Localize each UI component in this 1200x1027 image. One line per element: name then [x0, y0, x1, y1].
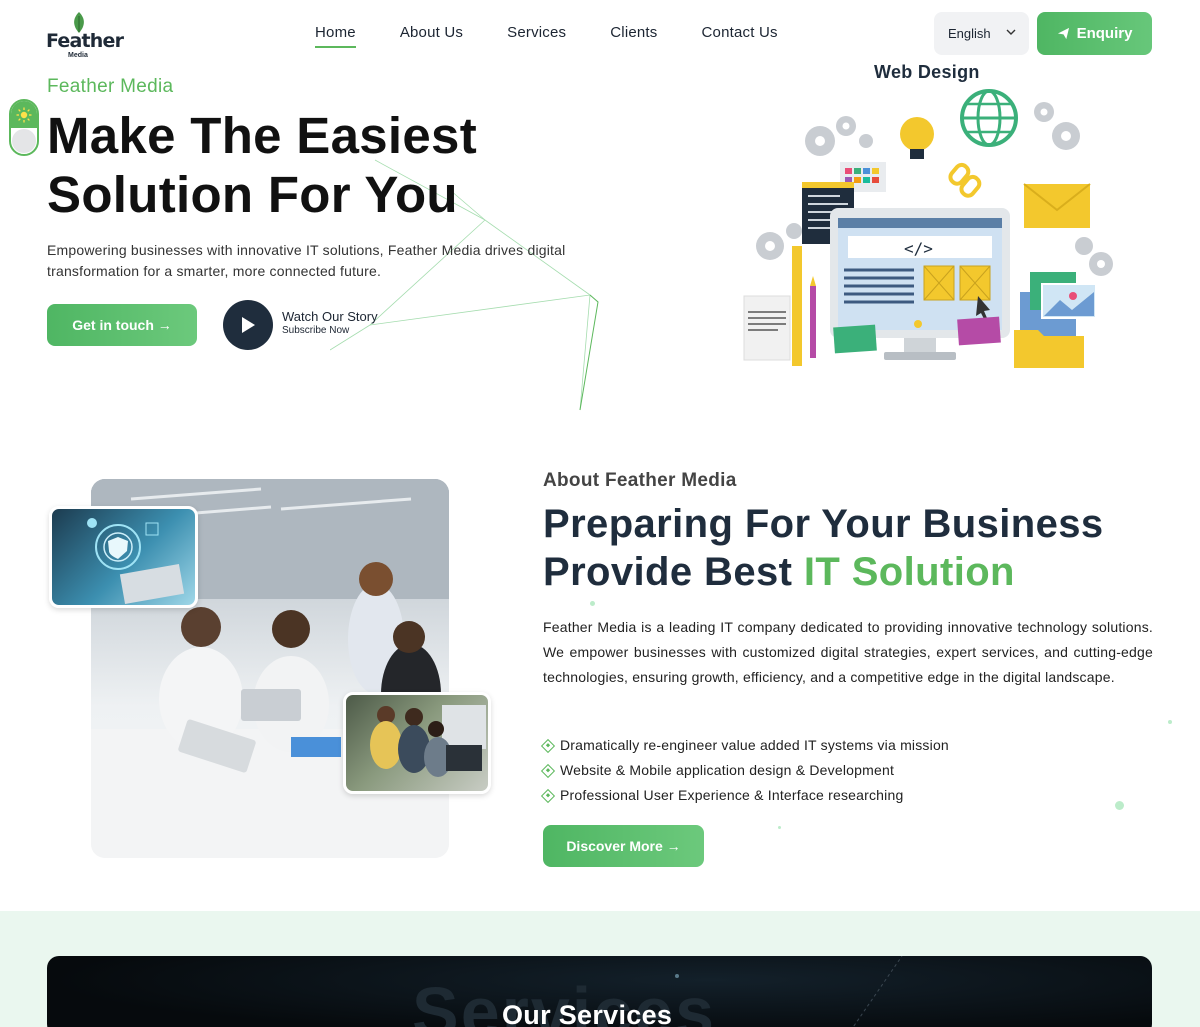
feature-text: Website & Mobile application design & De…	[560, 762, 895, 778]
about-eyebrow: About Feather Media	[543, 470, 737, 491]
decorative-dot	[778, 826, 781, 829]
decorative-dot	[590, 601, 595, 606]
enquiry-button[interactable]: Enquiry	[1037, 12, 1152, 55]
services-banner: Services Our Services	[47, 956, 1152, 1027]
decorative-dot	[1115, 801, 1124, 810]
toggle-knob	[12, 129, 36, 153]
decorative-dot	[1168, 720, 1172, 724]
send-icon	[1057, 27, 1069, 40]
watch-title: Watch Our Story	[282, 309, 378, 324]
play-button[interactable]	[223, 300, 273, 350]
diamond-bullet-icon	[540, 788, 556, 803]
diamond-bullet-icon	[540, 763, 556, 778]
diamond-bullet-icon	[540, 738, 556, 753]
language-value: English	[948, 26, 991, 41]
main-nav: Home About Us Services Clients Contact U…	[315, 24, 822, 48]
team-meeting-photo	[343, 692, 491, 794]
list-item: Professional User Experience & Interface…	[540, 783, 949, 808]
hero-title: Make The Easiest Solution For You	[47, 106, 607, 224]
svg-text:</>: </>	[904, 239, 933, 258]
list-item: Website & Mobile application design & De…	[540, 758, 949, 783]
logo-sub: Media	[68, 52, 88, 59]
sun-icon	[16, 107, 32, 122]
nav-services[interactable]: Services	[507, 24, 566, 48]
list-item: Dramatically re-engineer value added IT …	[540, 733, 949, 758]
play-icon	[242, 317, 255, 333]
feature-text: Professional User Experience & Interface…	[560, 787, 904, 803]
nav-home[interactable]: Home	[315, 24, 356, 48]
shield-icon	[87, 518, 185, 604]
services-title: Our Services	[502, 1000, 673, 1027]
chevron-down-icon	[1006, 29, 1016, 35]
hero-title-line2: Solution For You	[47, 166, 458, 223]
about-title-line2: Provide Best	[543, 550, 804, 594]
hero-title-line1: Make The Easiest	[47, 107, 478, 164]
enquiry-label: Enquiry	[1076, 25, 1133, 42]
about-title-line1: Preparing For Your Business	[543, 502, 1104, 546]
nav-clients[interactable]: Clients	[610, 24, 657, 48]
language-select[interactable]: English	[934, 12, 1029, 55]
theme-toggle[interactable]	[9, 99, 39, 156]
hero-description: Empowering businesses with innovative IT…	[47, 242, 566, 279]
nav-about-us[interactable]: About Us	[400, 24, 463, 48]
web-design-illustration: </>	[743, 89, 1113, 368]
security-laptop-photo	[49, 506, 198, 608]
feature-text: Dramatically re-engineer value added IT …	[560, 737, 949, 753]
watch-story-link[interactable]: Watch Our Story Subscribe Now	[282, 309, 378, 336]
logo-brand: Feather	[46, 30, 124, 52]
hero-eyebrow: Feather Media	[47, 76, 174, 97]
watch-subtitle: Subscribe Now	[282, 325, 350, 336]
about-title: Preparing For Your Business Provide Best…	[543, 500, 1163, 596]
feature-list: Dramatically re-engineer value added IT …	[540, 733, 949, 808]
discover-more-button[interactable]: Discover More →	[543, 825, 704, 867]
site-header: Feather Media Home About Us Services Cli…	[0, 0, 1200, 66]
about-description: Feather Media is a leading IT company de…	[543, 619, 1153, 685]
nav-contact-us[interactable]: Contact Us	[702, 24, 778, 48]
get-in-touch-button[interactable]: Get in touch →	[47, 304, 197, 346]
logo[interactable]: Feather Media	[46, 12, 124, 59]
meeting-scene	[370, 705, 486, 777]
illustration-label: Web Design	[874, 62, 980, 82]
about-title-accent: IT Solution	[803, 550, 1015, 594]
